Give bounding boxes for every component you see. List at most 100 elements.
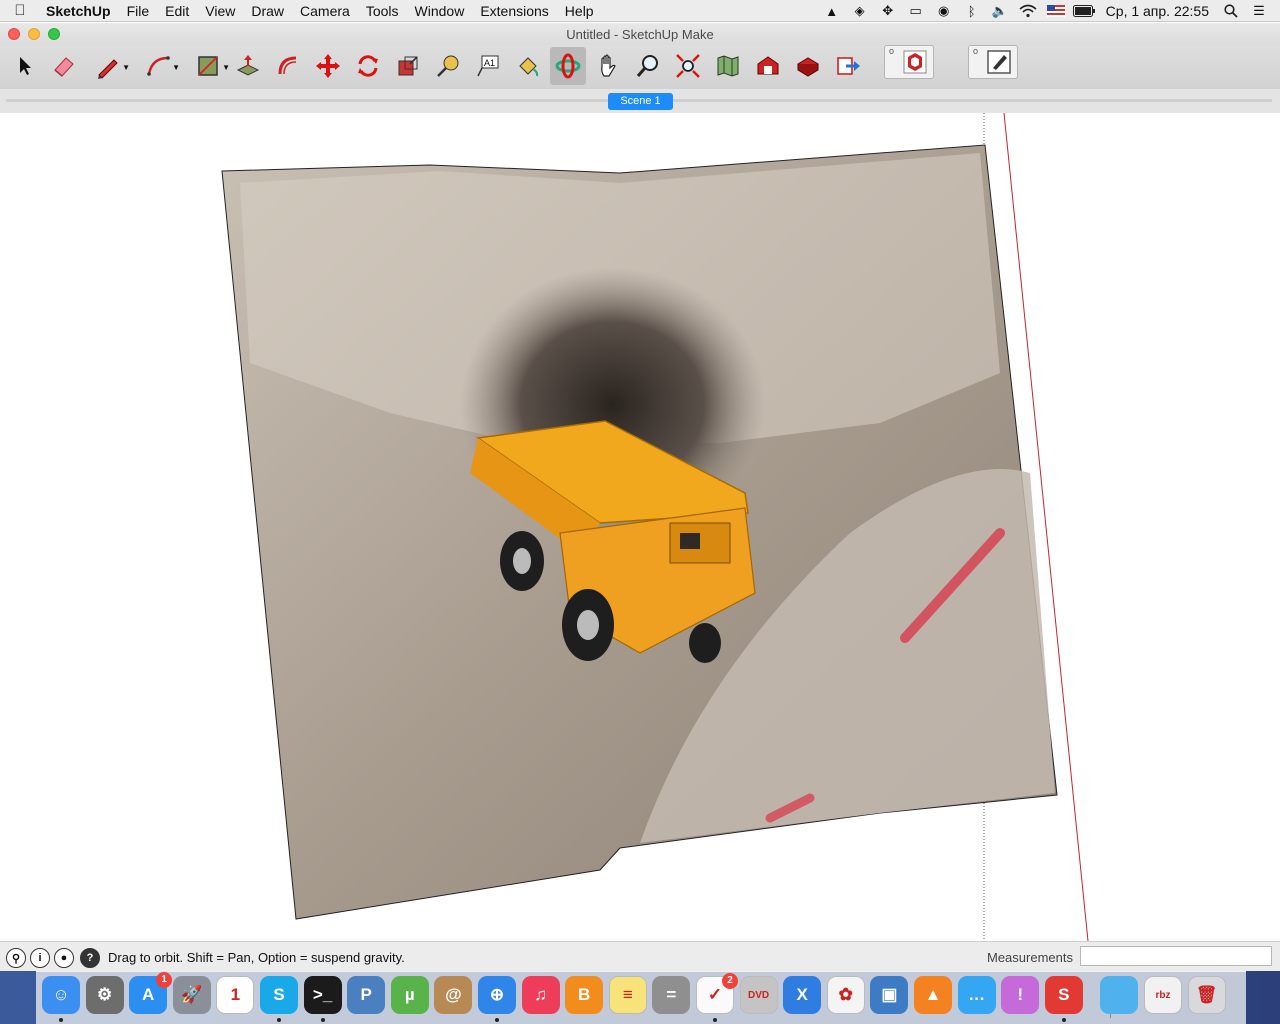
arc-tool-button[interactable]: ▼ (136, 47, 180, 85)
add-location-tool-button[interactable] (710, 47, 746, 85)
dock-launchpad-icon[interactable]: 🚀 (172, 976, 211, 1014)
dock-dvd-player-icon[interactable]: DVD (739, 976, 778, 1014)
orbit-tool-button[interactable] (550, 47, 586, 85)
dock-notes-icon[interactable]: ≡ (608, 976, 647, 1014)
dropbox-icon[interactable]: ◈ (849, 0, 871, 22)
arc-icon (147, 56, 170, 76)
chevron-down-icon[interactable]: ▼ (172, 63, 180, 72)
shape-tool-button[interactable]: ▼ (186, 47, 230, 85)
zoom-extents-tool-button[interactable] (670, 47, 706, 85)
layout-panel-button[interactable]: o (968, 45, 1018, 79)
scene-tabs-bar: Scene 1 (0, 89, 1280, 113)
menu-draw[interactable]: Draw (243, 0, 292, 22)
running-indicator (1061, 1018, 1066, 1022)
text-tool-button[interactable]: A1 (470, 47, 506, 85)
scale-tool-button[interactable] (390, 47, 426, 85)
dock-photos-icon[interactable]: ✿ (826, 976, 865, 1014)
dock-xcode-icon[interactable]: X (783, 976, 822, 1014)
wifi-icon[interactable] (1017, 0, 1039, 22)
dock-trash-icon[interactable]: 🗑 (1187, 976, 1226, 1014)
bluetooth-icon[interactable]: ᛒ (961, 0, 983, 22)
tab-scene-1[interactable]: Scene 1 (608, 93, 673, 110)
dock-vlc-icon[interactable]: ▲ (914, 976, 952, 1014)
dock-finder-icon[interactable]: ☺ (42, 976, 80, 1014)
dock-preview-icon[interactable]: P (347, 976, 386, 1014)
drawing-viewport[interactable] (0, 113, 1280, 941)
window-titlebar: Untitled - SketchUp Make (0, 23, 1280, 45)
text-label-icon: A1 (477, 55, 499, 77)
rotate-tool-button[interactable] (350, 47, 386, 85)
menu-camera[interactable]: Camera (292, 0, 358, 22)
dock-system-preferences-icon[interactable]: ⚙ (85, 976, 124, 1014)
running-indicator (320, 1018, 325, 1022)
offset-tool-button[interactable] (270, 47, 306, 85)
notification-badge: 2 (722, 973, 738, 989)
line-tool-button[interactable]: ▼ (86, 47, 130, 85)
running-indicator (59, 1018, 63, 1022)
dock-app-store-icon[interactable]: A1 (129, 972, 173, 1014)
dock-sketchup-icon[interactable]: S (1044, 976, 1083, 1014)
menu-file[interactable]: File (119, 0, 158, 22)
select-tool-button[interactable] (6, 47, 42, 85)
menu-edit[interactable]: Edit (157, 0, 197, 22)
photo-texture-plane[interactable] (221, 144, 1058, 920)
us-flag-icon[interactable] (1045, 0, 1067, 22)
pan-tool-button[interactable] (590, 47, 626, 85)
menubar-clock[interactable]: Ср, 1 апр. 22:55 (1098, 3, 1217, 19)
menu-help[interactable]: Help (557, 0, 602, 22)
dock-image-capture-icon[interactable]: ▣ (870, 976, 909, 1014)
ruby-console-panel-button[interactable]: o (884, 45, 934, 79)
paint-bucket-tool-button[interactable] (510, 47, 546, 85)
user-account-icon[interactable]: ● (54, 948, 74, 968)
apple-menu-icon[interactable]:  (0, 2, 40, 19)
chevron-down-icon[interactable]: ▼ (122, 63, 130, 72)
3d-warehouse-tool-button[interactable] (750, 47, 786, 85)
map-location-icon (717, 55, 739, 77)
dock-utorrent-icon[interactable]: µ (390, 976, 429, 1014)
help-icon[interactable]: ? (80, 948, 100, 968)
measurements-input[interactable] (1080, 946, 1272, 966)
dock-terminal-icon[interactable]: >_ (303, 976, 342, 1014)
menu-tools[interactable]: Tools (358, 0, 407, 22)
eraser-tool-button[interactable] (46, 47, 82, 85)
running-indicator (713, 1018, 717, 1022)
volume-icon[interactable]: 🔈 (989, 0, 1011, 22)
window-title: Untitled - SketchUp Make (566, 27, 714, 42)
dock-feedback-icon[interactable]: ! (1001, 976, 1040, 1014)
dock-skype-icon[interactable]: S (260, 976, 298, 1014)
battery-icon[interactable] (1072, 0, 1095, 22)
tape-measure-tool-button[interactable] (430, 47, 466, 85)
menu-view[interactable]: View (197, 0, 243, 22)
chevron-down-icon[interactable]: ▼ (222, 63, 230, 72)
dock-calendar-icon[interactable]: 1 (216, 976, 255, 1014)
app-menu[interactable]: SketchUp (40, 0, 119, 22)
dock-messages-icon[interactable]: … (957, 976, 996, 1014)
spotlight-search-icon[interactable] (1220, 0, 1242, 22)
orbit-icon (555, 53, 581, 79)
dock-calculator-icon[interactable]: = (652, 976, 691, 1014)
model-canvas[interactable] (0, 113, 1280, 941)
extension-warehouse-tool-button[interactable] (830, 47, 866, 85)
running-indicator (277, 1018, 281, 1022)
menu-window[interactable]: Window (407, 0, 473, 22)
google-drive-icon[interactable]: ▲ (821, 0, 843, 22)
notification-center-icon[interactable]: ☰ (1248, 0, 1270, 22)
geolocation-icon[interactable]: ⚲ (6, 948, 26, 968)
binoculars-icon[interactable]: ◉ (933, 0, 955, 22)
dock-itunes-icon[interactable]: ♫ (521, 976, 560, 1014)
share-model-tool-button[interactable] (790, 47, 826, 85)
dock-ibooks-icon[interactable]: B (565, 976, 604, 1014)
menu-extensions[interactable]: Extensions (472, 0, 556, 22)
credits-info-icon[interactable]: i (30, 948, 50, 968)
push-pull-tool-button[interactable] (230, 47, 266, 85)
dock-archive-icon[interactable]: rbz (1144, 976, 1182, 1014)
move-icon[interactable]: ✥ (877, 0, 899, 22)
dock-downloads-folder-icon[interactable] (1100, 976, 1139, 1014)
dock-contacts-icon[interactable]: @ (434, 976, 473, 1014)
share-model-icon (797, 57, 819, 77)
dock-safari-icon[interactable]: ⊕ (478, 976, 516, 1014)
dock-reminders-icon[interactable]: ✓ 2 (696, 973, 738, 1014)
zoom-tool-button[interactable] (630, 47, 666, 85)
move-tool-button[interactable] (310, 47, 346, 85)
screen-icon[interactable]: ▭ (905, 0, 927, 22)
